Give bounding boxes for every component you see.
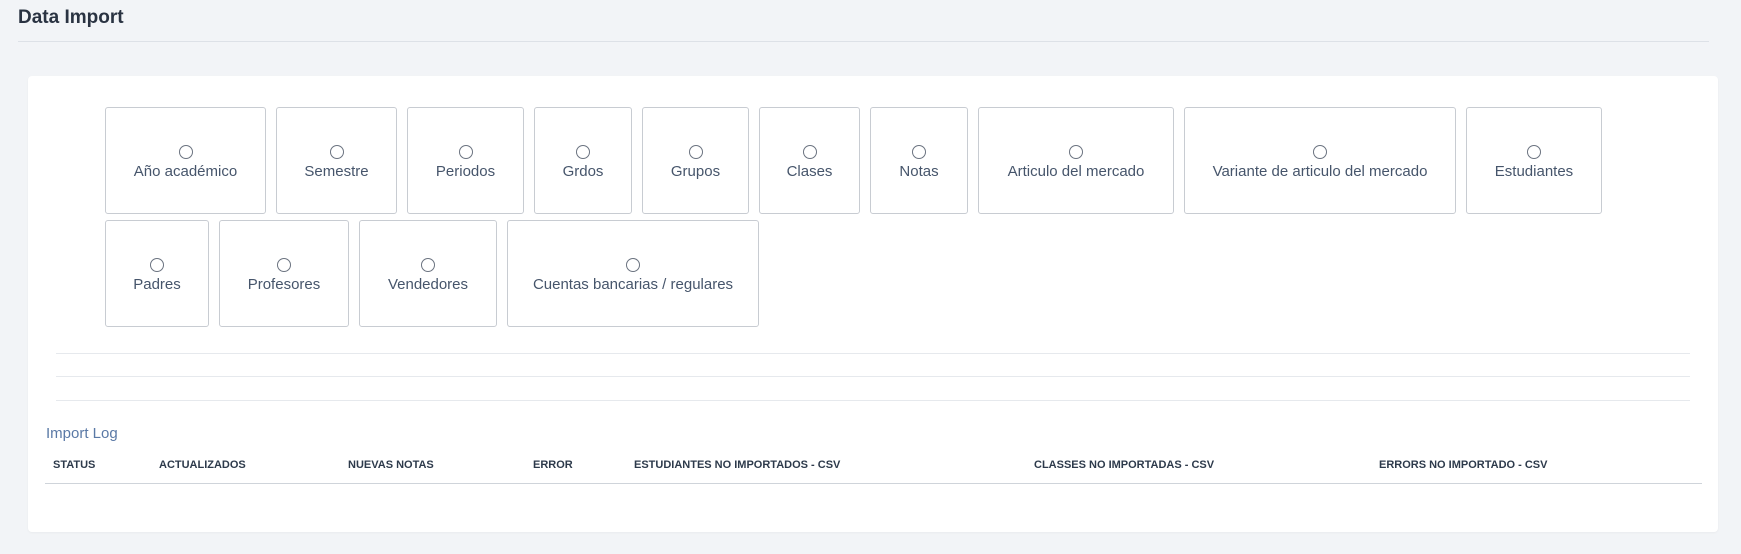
radio-icon[interactable] — [1527, 145, 1541, 159]
import-type-grupos[interactable]: Grupos — [642, 107, 749, 214]
import-type-label: Grupos — [670, 163, 721, 180]
column-header-actualizados: ACTUALIZADOS — [159, 459, 246, 471]
import-type-row-2: Padres Profesores Vendedores Cuentas ban… — [105, 220, 759, 327]
column-header-error: ERROR — [533, 459, 573, 471]
import-type-clases[interactable]: Clases — [759, 107, 860, 214]
import-type-label: Grdos — [562, 163, 604, 180]
import-type-label: Clases — [786, 163, 833, 180]
import-type-label: Notas — [899, 163, 939, 180]
import-type-label: Periodos — [435, 163, 496, 180]
import-type-label: Profesores — [247, 276, 321, 293]
page-header: Data Import — [18, 6, 1709, 42]
import-type-label: Semestre — [304, 163, 369, 180]
divider — [56, 376, 1690, 377]
import-type-label: Año académico — [133, 163, 238, 180]
column-header-classes-no-importadas: CLASSES NO IMPORTADAS - CSV — [1034, 459, 1215, 471]
radio-icon[interactable] — [178, 145, 193, 159]
radio-icon[interactable] — [1069, 145, 1083, 159]
import-type-semestre[interactable]: Semestre — [276, 107, 397, 214]
radio-icon[interactable] — [626, 258, 640, 272]
import-card: Año académico Semestre Periodos Grdos Gr… — [28, 76, 1718, 532]
import-type-ano-academico[interactable]: Año académico — [105, 107, 266, 214]
radio-icon[interactable] — [688, 145, 703, 159]
import-type-periodos[interactable]: Periodos — [407, 107, 524, 214]
import-type-label: Estudiantes — [1494, 163, 1574, 180]
radio-icon[interactable] — [277, 258, 291, 272]
page-title: Data Import — [18, 7, 124, 28]
radio-icon[interactable] — [1313, 145, 1327, 159]
column-header-status: STATUS — [53, 459, 96, 471]
radio-icon[interactable] — [576, 145, 590, 159]
radio-icon[interactable] — [421, 258, 435, 272]
import-type-profesores[interactable]: Profesores — [219, 220, 349, 327]
radio-icon[interactable] — [150, 258, 164, 272]
column-header-nuevas-notas: NUEVAS NOTAS — [348, 459, 434, 471]
divider — [56, 400, 1690, 401]
import-log-table: STATUS ACTUALIZADOS NUEVAS NOTAS ERROR E… — [45, 450, 1702, 484]
import-type-padres[interactable]: Padres — [105, 220, 209, 327]
column-header-estudiantes-no-importados: ESTUDIANTES NO IMPORTADOS - CSV — [634, 459, 841, 471]
import-type-variante-de-articulo[interactable]: Variante de articulo del mercado — [1184, 107, 1456, 214]
import-type-label: Padres — [133, 276, 181, 293]
import-type-label: Cuentas bancarias / regulares — [532, 276, 734, 293]
divider — [56, 353, 1690, 354]
import-type-row-1: Año académico Semestre Periodos Grdos Gr… — [105, 107, 1602, 214]
import-type-label: Vendedores — [387, 276, 469, 293]
import-type-grdos[interactable]: Grdos — [534, 107, 632, 214]
import-type-vendedores[interactable]: Vendedores — [359, 220, 497, 327]
import-type-label: Articulo del mercado — [1007, 163, 1145, 180]
column-header-errors-no-importado: ERRORS NO IMPORTADO - CSV — [1379, 459, 1548, 471]
radio-icon[interactable] — [802, 145, 817, 159]
import-log-title: Import Log — [46, 425, 118, 442]
import-type-cuentas-bancarias[interactable]: Cuentas bancarias / regulares — [507, 220, 759, 327]
import-type-notas[interactable]: Notas — [870, 107, 968, 214]
radio-icon[interactable] — [912, 145, 926, 159]
import-type-label: Variante de articulo del mercado — [1212, 163, 1428, 180]
import-type-articulo-del-mercado[interactable]: Articulo del mercado — [978, 107, 1174, 214]
import-type-estudiantes[interactable]: Estudiantes — [1466, 107, 1602, 214]
radio-icon[interactable] — [458, 145, 473, 159]
radio-icon[interactable] — [329, 145, 344, 159]
